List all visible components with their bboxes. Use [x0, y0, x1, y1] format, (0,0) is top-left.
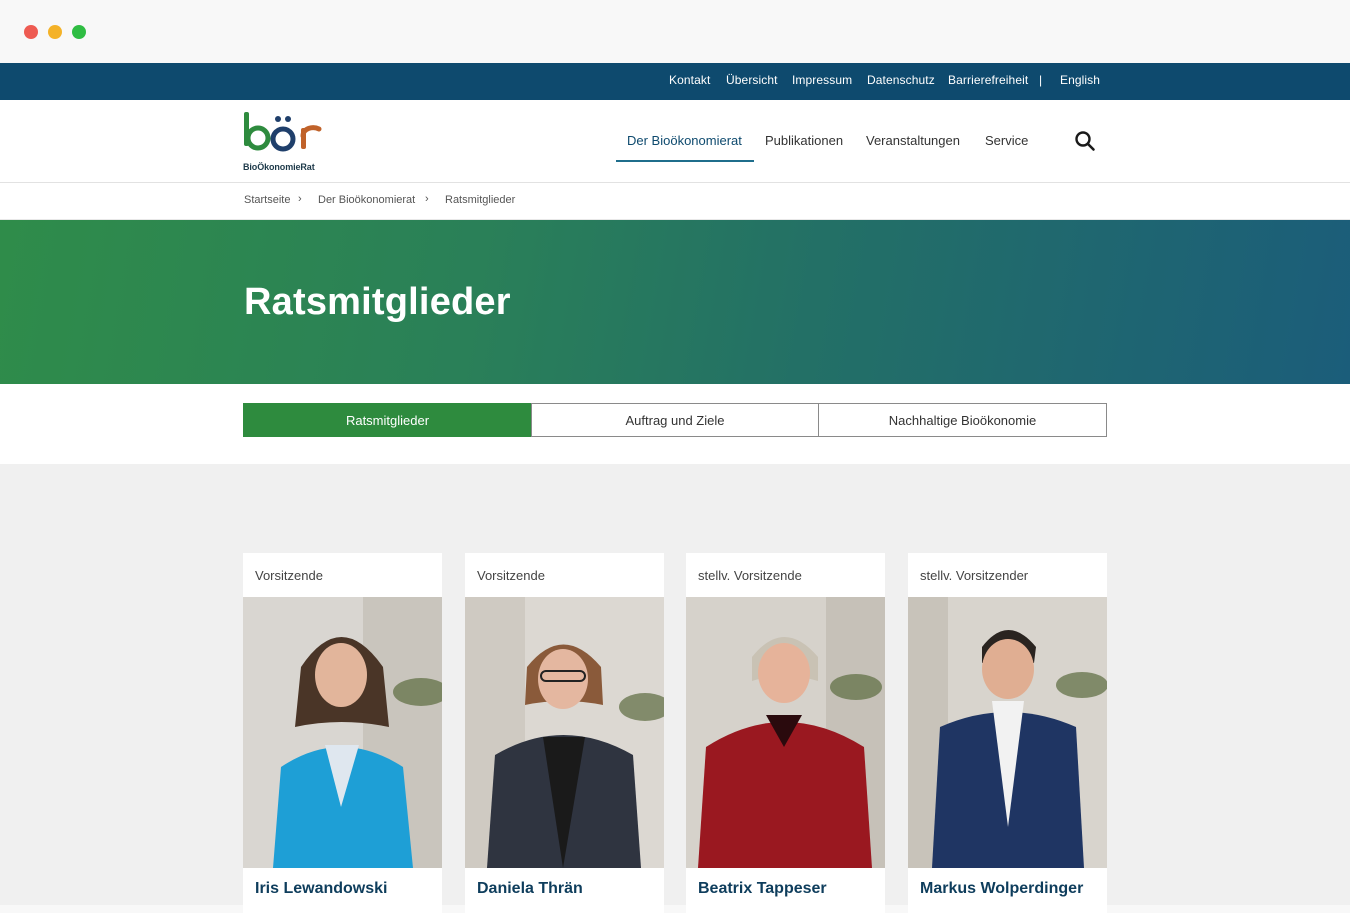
tab-bar: Ratsmitglieder Auftrag und Ziele Nachhal… [0, 384, 1350, 464]
member-card[interactable]: Vorsitzende Daniela Thrän [465, 553, 664, 913]
member-role: stellv. Vorsitzender [920, 568, 1029, 583]
breadcrumb-startseite[interactable]: Startseite [244, 194, 290, 206]
window-maximize-dot[interactable] [72, 25, 86, 39]
meta-separator: | [1039, 73, 1043, 87]
breadcrumb-separator: › [425, 193, 429, 205]
window-minimize-dot[interactable] [48, 25, 62, 39]
breadcrumb-bioekonomierat[interactable]: Der Bioökonomierat [318, 194, 415, 206]
member-name[interactable]: Iris Lewandowski [255, 880, 387, 898]
member-photo[interactable] [243, 597, 442, 868]
site-header: BioÖkonomieRat Der Bioökonomierat Publik… [0, 100, 1350, 183]
member-photo[interactable] [908, 597, 1107, 868]
meta-link-barrierefreiheit[interactable]: Barrierefreiheit [948, 73, 1028, 87]
breadcrumb-separator: › [298, 193, 302, 205]
search-icon[interactable] [1074, 130, 1096, 152]
member-name[interactable]: Markus Wolperdinger [920, 880, 1083, 898]
hero-banner: Ratsmitglieder [0, 220, 1350, 384]
site-logo[interactable]: BioÖkonomieRat [243, 110, 323, 176]
nav-item-publikationen[interactable]: Publikationen [765, 133, 843, 148]
member-card[interactable]: stellv. Vorsitzende Beatrix Tappeser [686, 553, 885, 913]
browser-chrome [0, 0, 1350, 63]
logo-mark [244, 112, 322, 152]
member-role: Vorsitzende [477, 568, 545, 583]
meta-link-uebersicht[interactable]: Übersicht [726, 73, 778, 87]
tab-ratsmitglieder[interactable]: Ratsmitglieder [243, 403, 532, 437]
member-role: stellv. Vorsitzende [698, 568, 802, 583]
tab-auftrag-und-ziele[interactable]: Auftrag und Ziele [531, 403, 819, 437]
members-section: Vorsitzende Iris Lewandowski Vorsitzende [0, 464, 1350, 913]
breadcrumb: Startseite › Der Bioökonomierat › Ratsmi… [0, 183, 1350, 220]
tab-nachhaltige-biooekonomie[interactable]: Nachhaltige Bioökonomie [818, 403, 1107, 437]
member-photo[interactable] [465, 597, 664, 868]
nav-active-indicator [616, 160, 754, 162]
meta-link-kontakt[interactable]: Kontakt [669, 73, 710, 87]
member-card[interactable]: Vorsitzende Iris Lewandowski [243, 553, 442, 913]
nav-item-veranstaltungen[interactable]: Veranstaltungen [866, 133, 960, 148]
meta-link-datenschutz[interactable]: Datenschutz [867, 73, 935, 87]
member-name[interactable]: Daniela Thrän [477, 880, 583, 898]
member-name[interactable]: Beatrix Tappeser [698, 880, 827, 898]
breadcrumb-current: Ratsmitglieder [445, 194, 516, 206]
nav-item-bioekonomierat[interactable]: Der Bioökonomierat [627, 133, 742, 148]
logo-subtitle: BioÖkonomieRat [243, 162, 315, 172]
page-title: Ratsmitglieder [244, 281, 511, 323]
meta-link-english[interactable]: English [1060, 73, 1100, 87]
nav-item-service[interactable]: Service [985, 133, 1028, 148]
member-photo[interactable] [686, 597, 885, 868]
meta-nav-bar: Kontakt Übersicht Impressum Datenschutz … [0, 63, 1350, 100]
window-close-dot[interactable] [24, 25, 38, 39]
member-role: Vorsitzende [255, 568, 323, 583]
member-card[interactable]: stellv. Vorsitzender Markus Wolperdinger [908, 553, 1107, 913]
meta-link-impressum[interactable]: Impressum [792, 73, 852, 87]
